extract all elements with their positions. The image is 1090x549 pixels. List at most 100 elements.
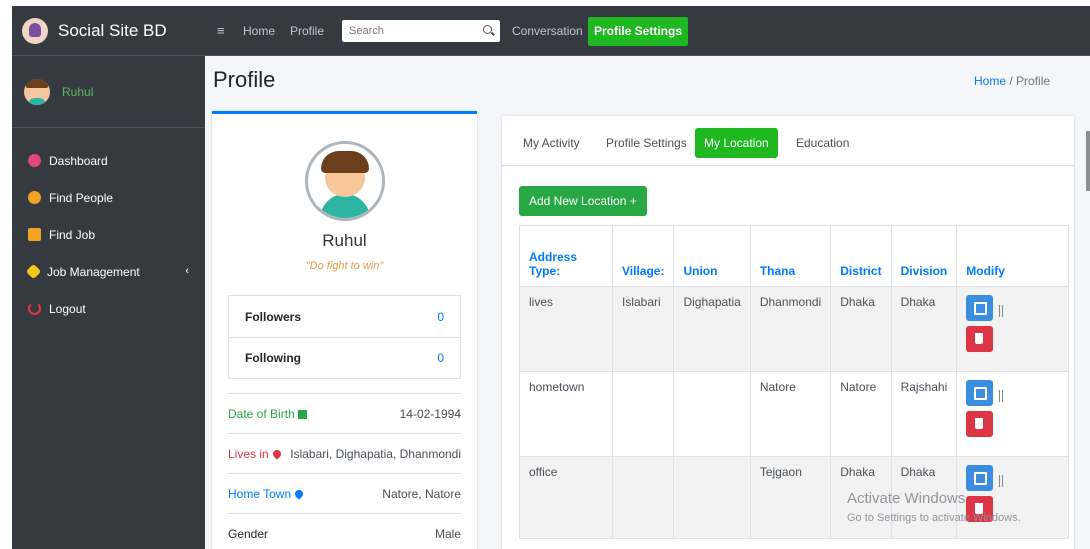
hometown-row: Home Town Natore, Natore [228, 473, 461, 513]
breadcrumb: Home / Profile [974, 74, 1050, 88]
sidebar-item-find-job[interactable]: Find Job [12, 216, 205, 253]
map-marker-icon [271, 447, 283, 460]
sidebar-item-label: Find Job [49, 227, 96, 242]
sidebar-nav: Dashboard Find People Find Job Job Manag… [12, 128, 205, 327]
column-header: Union [673, 225, 751, 287]
follow-stats: Followers 0 Following 0 [228, 295, 461, 379]
column-header: Division [890, 225, 958, 287]
hometown-label: Home Town [228, 486, 305, 501]
edit-button[interactable] [966, 380, 994, 406]
table-row: lives Islabari Dighapatia Dhanmondi Dhak… [519, 286, 1069, 372]
cell-modify [956, 286, 1069, 372]
brand-title: Social Site BD [58, 20, 167, 40]
column-header: Village: [611, 225, 675, 287]
column-header: Modify [956, 225, 1069, 287]
location-card: My Activity Profile Settings My Location… [502, 116, 1074, 549]
lives-label: Lives in [228, 447, 283, 461]
hometown-label-text: Home Town [228, 486, 292, 501]
cell-address-type: hometown [519, 371, 613, 457]
activation-watermark-subtitle: Go to Settings to activate Windows. [847, 512, 1021, 524]
separator-icon [999, 305, 1004, 317]
following-row[interactable]: Following 0 [229, 337, 460, 378]
cell-district: Dhaka [830, 286, 892, 372]
chevron-left-icon: ‹ [185, 265, 189, 277]
cell-thana: Dhanmondi [749, 286, 832, 372]
nav-home-link[interactable]: Home [243, 24, 275, 38]
user-avatar [24, 78, 50, 105]
profile-name: Ruhul [322, 231, 367, 250]
cell-village [611, 456, 675, 539]
user-name[interactable]: Ruhul [62, 85, 93, 99]
sidebar-item-label: Find People [49, 190, 114, 205]
lives-value: Islabari, Dighapatia, Dhanmondi [290, 446, 461, 461]
scrollbar[interactable] [1086, 131, 1090, 191]
cell-thana: Natore [749, 371, 832, 457]
cell-union [673, 456, 751, 539]
search-icon[interactable] [482, 24, 496, 38]
dob-label-text: Date of Birth [228, 406, 295, 421]
following-count[interactable]: 0 [437, 351, 444, 365]
cell-village [611, 371, 675, 457]
brand[interactable]: Social Site BD [12, 6, 205, 56]
followers-count[interactable]: 0 [437, 310, 444, 324]
menu-icon[interactable]: ≡ [217, 23, 225, 38]
profile-avatar [305, 141, 385, 221]
user-icon [28, 191, 41, 204]
dob-value: 14-02-1994 [399, 406, 461, 421]
calendar-icon [297, 409, 307, 419]
gear-icon [25, 263, 42, 280]
cell-modify [956, 371, 1069, 457]
location-table: Address Type: Village: Union Thana Distr… [519, 225, 1069, 539]
nav-profile-link[interactable]: Profile [290, 24, 324, 38]
cell-address-type: office [519, 456, 613, 539]
tab-my-location[interactable]: My Location [695, 128, 778, 158]
cell-village: Islabari [611, 286, 675, 372]
sidebar-item-label: Dashboard [49, 153, 108, 168]
following-label: Following [245, 351, 301, 365]
cell-modify [956, 456, 1069, 539]
tab-my-activity[interactable]: My Activity [514, 128, 589, 158]
breadcrumb-current: Profile [1016, 74, 1051, 88]
page-title: Profile [213, 67, 276, 92]
followers-label: Followers [245, 309, 302, 324]
search-input[interactable] [342, 20, 472, 42]
nav-conversation-link[interactable]: Conversation [512, 24, 583, 38]
brand-logo-icon [22, 17, 48, 44]
hometown-value: Natore, Natore [382, 486, 461, 501]
cell-address-type: lives [519, 286, 613, 372]
sidebar-item-logout[interactable]: Logout [12, 290, 205, 327]
sidebar-item-label: Logout [49, 301, 86, 316]
tab-profile-settings[interactable]: Profile Settings [597, 128, 696, 158]
dashboard-icon [28, 154, 41, 167]
sidebar-item-job-management[interactable]: Job Management ‹ [12, 253, 205, 290]
sidebar-item-find-people[interactable]: Find People [12, 179, 205, 216]
table-row: hometown Natore Natore Rajshahi [519, 371, 1069, 457]
sidebar: Social Site BD Ruhul Dashboard Find Peop… [12, 6, 205, 549]
avatar-hair [321, 151, 369, 173]
cell-division: Dhaka [890, 286, 958, 372]
delete-button[interactable] [966, 326, 994, 352]
breadcrumb-home[interactable]: Home [974, 74, 1006, 88]
edit-button[interactable] [966, 465, 994, 491]
activation-watermark-title: Activate Windows [847, 490, 966, 507]
edit-button[interactable] [966, 295, 994, 321]
gender-value: Male [434, 526, 461, 541]
table-row: office Tejgaon Dhaka Dhaka [519, 456, 1069, 539]
dob-label: Date of Birth [228, 407, 307, 421]
lives-row: Lives in Islabari, Dighapatia, Dhanmondi [228, 433, 461, 473]
add-location-button[interactable]: Add New Location + [519, 186, 647, 216]
sidebar-item-dashboard[interactable]: Dashboard [12, 142, 205, 179]
column-header: Address Type: [519, 225, 613, 287]
column-header: Thana [749, 225, 832, 287]
profile-settings-button[interactable]: Profile Settings [588, 17, 689, 46]
separator-icon [999, 475, 1004, 487]
top-navbar: ≡ Home Profile Conversation Profile Sett… [205, 6, 1090, 56]
delete-button[interactable] [966, 411, 994, 437]
user-panel[interactable]: Ruhul [12, 56, 205, 128]
followers-row[interactable]: Followers 0 [229, 296, 460, 337]
separator-icon [999, 390, 1004, 402]
tab-education[interactable]: Education [787, 128, 858, 158]
profile-card: Ruhul "Do fight to win" Followers 0 Foll… [212, 111, 477, 549]
column-header: District [830, 225, 892, 287]
cell-district: Natore [830, 371, 892, 457]
